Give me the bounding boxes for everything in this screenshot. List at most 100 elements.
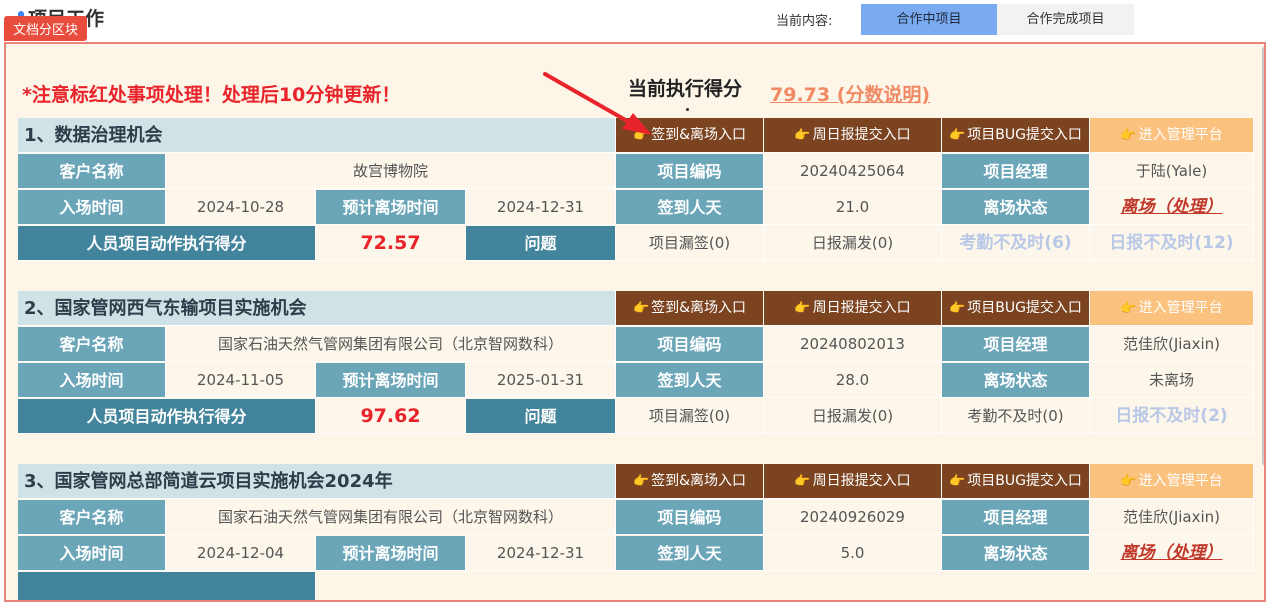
- attendance-late-count[interactable]: 考勤不及时(6): [942, 226, 1090, 261]
- weekly-report-button[interactable]: 👉 周日报提交入口: [764, 464, 942, 499]
- project-code-label: 项目编码: [616, 500, 764, 535]
- customer-label: 客户名称: [18, 327, 166, 362]
- project-card-3: 3、国家管网总部简道云项目实施机会2024年 👉 签到&离场入口 👉 周日报提交入口…: [18, 464, 1258, 600]
- exit-status-label: 离场状态: [942, 190, 1090, 225]
- project-name: 3、国家管网总部简道云项目实施机会2024年: [18, 464, 616, 499]
- manager-value: 范佳欣(Jiaxin): [1090, 500, 1254, 535]
- bug-submit-button[interactable]: 👉 项目BUG提交入口: [942, 291, 1090, 326]
- hand-pointer-icon: 👉: [632, 301, 650, 316]
- current-score-title: 当前执行得分: [628, 78, 743, 100]
- exit-status-action[interactable]: 离场（处理）: [1090, 536, 1254, 571]
- top-bar: 项目工作 当前内容: 合作中项目 合作完成项目: [0, 0, 1276, 40]
- admin-platform-button[interactable]: 👉 进入管理平台: [1090, 464, 1254, 499]
- sign-entry-button[interactable]: 👉 签到&离场入口: [616, 291, 764, 326]
- customer-label: 客户名称: [18, 500, 166, 535]
- table-row: [18, 572, 1258, 600]
- admin-platform-button[interactable]: 👉 进入管理平台: [1090, 291, 1254, 326]
- customer-value: 故宫博物院: [166, 154, 616, 189]
- daily-late-count[interactable]: 日报不及时(12): [1090, 226, 1254, 261]
- issues-label: 问题: [466, 399, 616, 434]
- table-row: 入场时间 2024-12-04 预计离场时间 2024-12-31 签到人天 5…: [18, 536, 1258, 572]
- exit-status-value: 未离场: [1090, 363, 1254, 398]
- exit-plan-value: 2024-12-31: [466, 536, 616, 571]
- manager-value: 范佳欣(Jiaxin): [1090, 327, 1254, 362]
- current-content-label: 当前内容:: [776, 14, 833, 29]
- weekly-report-button[interactable]: 👉 周日报提交入口: [764, 291, 942, 326]
- customer-value: 国家石油天然气管网集团有限公司（北京智网数科）: [166, 327, 616, 362]
- tab-in-progress[interactable]: 合作中项目: [861, 4, 997, 35]
- bug-submit-button[interactable]: 👉 项目BUG提交入口: [942, 464, 1090, 499]
- entry-time-value: 2024-11-05: [166, 363, 316, 398]
- customer-label: 客户名称: [18, 154, 166, 189]
- entry-time-label: 入场时间: [18, 363, 166, 398]
- exit-status-label: 离场状态: [942, 536, 1090, 571]
- hand-pointer-icon: 👉: [1120, 474, 1137, 489]
- sign-days-label: 签到人天: [616, 536, 764, 571]
- exit-plan-value: 2025-01-31: [466, 363, 616, 398]
- project-code-label: 项目编码: [616, 154, 764, 189]
- table-row: 人员项目动作执行得分 97.62 问题 项目漏签(0) 日报漏发(0) 考勤不及…: [18, 399, 1258, 435]
- manager-label: 项目经理: [942, 500, 1090, 535]
- person-score-label: 人员项目动作执行得分: [18, 226, 316, 261]
- table-row: 客户名称 故宫博物院 项目编码 20240425064 项目经理 于陆(Yale…: [18, 154, 1258, 190]
- hand-pointer-icon: 👉: [1120, 301, 1137, 316]
- entry-time-label: 入场时间: [18, 190, 166, 225]
- current-score-link[interactable]: 79.73 (分数说明): [770, 80, 930, 107]
- project-card-2: 2、国家管网西气东输项目实施机会 👉 签到&离场入口 👉 周日报提交入口 👉 项目BU…: [18, 291, 1258, 435]
- dot-mark: [686, 108, 689, 111]
- person-score-value: 72.57: [316, 226, 466, 261]
- exit-status-action[interactable]: 离场（处理）: [1090, 190, 1254, 225]
- person-score-label: 人员项目动作执行得分: [18, 399, 316, 434]
- weekly-report-button[interactable]: 👉 周日报提交入口: [764, 118, 942, 153]
- attendance-late-count: 考勤不及时(0): [942, 399, 1090, 434]
- exit-status-label: 离场状态: [942, 363, 1090, 398]
- missed-daily-count: 日报漏发(0): [764, 399, 942, 434]
- hand-pointer-icon: 👉: [794, 474, 811, 489]
- sign-entry-button[interactable]: 👉 签到&离场入口: [616, 118, 764, 153]
- exit-plan-label: 预计离场时间: [316, 363, 466, 398]
- table-row: 客户名称 国家石油天然气管网集团有限公司（北京智网数科） 项目编码 202408…: [18, 327, 1258, 363]
- tab-completed[interactable]: 合作完成项目: [997, 4, 1134, 35]
- entry-time-value: 2024-12-04: [166, 536, 316, 571]
- project-code-value: 20240926029: [764, 500, 942, 535]
- exit-plan-label: 预计离场时间: [316, 190, 466, 225]
- admin-platform-button[interactable]: 👉 进入管理平台: [1090, 118, 1254, 153]
- content-frame: *注意标红处事项处理！处理后10分钟更新！ 当前执行得分 79.73 (分数说明…: [4, 42, 1266, 602]
- hand-pointer-icon: 👉: [632, 474, 650, 489]
- hand-pointer-icon: 👉: [632, 128, 650, 143]
- table-row: 入场时间 2024-10-28 预计离场时间 2024-12-31 签到人天 2…: [18, 190, 1258, 226]
- project-card-1: 1、数据治理机会 👉 签到&离场入口 👉 周日报提交入口 👉 项目BUG提交入口 👉 进…: [18, 118, 1258, 262]
- sign-days-label: 签到人天: [616, 363, 764, 398]
- manager-label: 项目经理: [942, 327, 1090, 362]
- table-row: 人员项目动作执行得分 72.57 问题 项目漏签(0) 日报漏发(0) 考勤不及…: [18, 226, 1258, 262]
- project-header-row: 2、国家管网西气东输项目实施机会 👉 签到&离场入口 👉 周日报提交入口 👉 项目BU…: [18, 291, 1258, 327]
- project-code-value: 20240425064: [764, 154, 942, 189]
- manager-label: 项目经理: [942, 154, 1090, 189]
- missed-sign-count: 项目漏签(0): [616, 226, 764, 261]
- scrollbar[interactable]: [1262, 46, 1264, 466]
- exit-plan-value: 2024-12-31: [466, 190, 616, 225]
- issues-label: 问题: [466, 226, 616, 261]
- project-name: 2、国家管网西气东输项目实施机会: [18, 291, 616, 326]
- project-code-label: 项目编码: [616, 327, 764, 362]
- sign-days-value: 5.0: [764, 536, 942, 571]
- notice-text: *注意标红处事项处理！处理后10分钟更新！: [22, 84, 401, 106]
- person-score-label: [18, 572, 316, 600]
- entry-time-label: 入场时间: [18, 536, 166, 571]
- hand-pointer-icon: 👉: [949, 128, 966, 143]
- project-code-value: 20240802013: [764, 327, 942, 362]
- entry-time-value: 2024-10-28: [166, 190, 316, 225]
- sign-entry-button[interactable]: 👉 签到&离场入口: [616, 464, 764, 499]
- customer-value: 国家石油天然气管网集团有限公司（北京智网数科）: [166, 500, 616, 535]
- daily-late-count[interactable]: 日报不及时(2): [1090, 399, 1254, 434]
- missed-sign-count: 项目漏签(0): [616, 399, 764, 434]
- manager-value: 于陆(Yale): [1090, 154, 1254, 189]
- section-badge: 文档分区块: [4, 16, 88, 41]
- project-name: 1、数据治理机会: [18, 118, 616, 153]
- sign-days-value: 21.0: [764, 190, 942, 225]
- bug-submit-button[interactable]: 👉 项目BUG提交入口: [942, 118, 1090, 153]
- exit-plan-label: 预计离场时间: [316, 536, 466, 571]
- hand-pointer-icon: 👉: [949, 301, 966, 316]
- sign-days-label: 签到人天: [616, 190, 764, 225]
- hand-pointer-icon: 👉: [949, 474, 966, 489]
